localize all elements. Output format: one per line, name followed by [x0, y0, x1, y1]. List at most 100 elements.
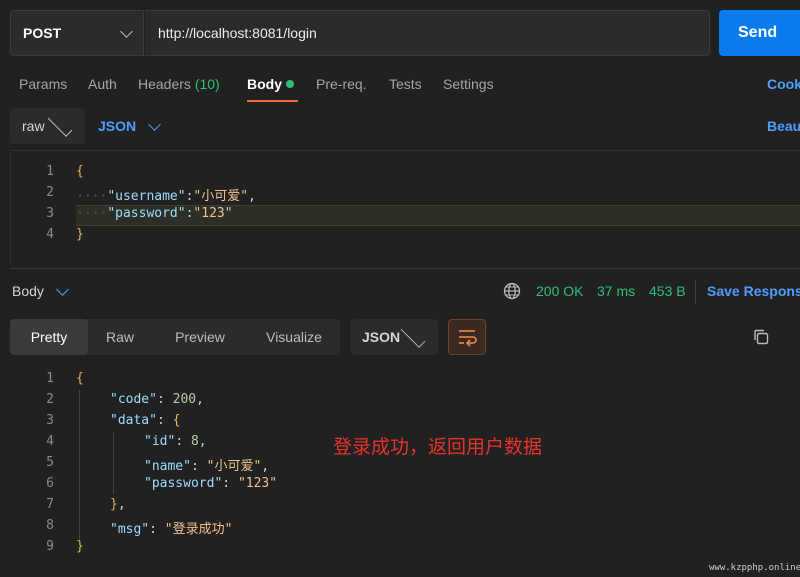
- response-format-label: JSON: [362, 329, 401, 345]
- line-number: 3: [46, 206, 54, 221]
- method-label: POST: [23, 25, 62, 41]
- response-body-label: Body: [12, 283, 44, 299]
- tab-label: Auth: [88, 76, 117, 92]
- line-number: 2: [46, 392, 54, 407]
- tab-visualize[interactable]: Visualize: [248, 319, 340, 355]
- beautify-link[interactable]: Beau: [767, 118, 800, 134]
- globe-icon[interactable]: [503, 282, 521, 300]
- line-number: 6: [46, 476, 54, 491]
- tab-label: Headers: [138, 76, 191, 92]
- body-language-label: JSON: [98, 118, 137, 134]
- line-number: 8: [46, 518, 54, 533]
- code-line-password: "password": "123": [144, 476, 278, 491]
- tab-pre-request[interactable]: Pre-req.: [316, 76, 367, 92]
- code-line-data: "data": {: [110, 413, 181, 428]
- headers-count: (10): [194, 76, 220, 92]
- divider: [695, 280, 696, 304]
- panel-resize-handle[interactable]: [10, 268, 800, 269]
- tab-label: Pre-req.: [316, 76, 367, 92]
- line-number: 3: [46, 413, 54, 428]
- line-number: 2: [46, 185, 54, 200]
- chevron-down-icon: [148, 117, 161, 131]
- code-line-name: "name": "小可爱",: [144, 459, 270, 474]
- indent-dots: ····: [76, 189, 108, 204]
- code-open-brace: {: [76, 164, 84, 179]
- tab-settings[interactable]: Settings: [443, 76, 494, 92]
- json-key: "msg": [110, 522, 150, 537]
- tab-preview[interactable]: Preview: [152, 319, 248, 355]
- json-value: "小可爱": [193, 189, 249, 204]
- code-line-data-close: },: [110, 497, 126, 512]
- url-text: http://localhost:8081/login: [158, 25, 317, 41]
- code-line-msg: "msg": "登录成功": [110, 522, 233, 537]
- json-key: "name": [144, 459, 191, 474]
- tab-auth[interactable]: Auth: [88, 76, 117, 92]
- body-type-label: raw: [22, 118, 45, 134]
- divider: [10, 150, 800, 151]
- json-key: "data": [110, 413, 157, 428]
- code-line-password: ····"password":"123": [76, 206, 233, 221]
- annotation-text: 登录成功，返回用户数据: [333, 437, 543, 458]
- json-key: "password": [144, 476, 223, 491]
- response-format-select[interactable]: JSON: [350, 319, 438, 355]
- tab-raw[interactable]: Raw: [88, 319, 152, 355]
- line-number: 4: [46, 434, 54, 449]
- response-time[interactable]: 37 ms: [597, 283, 635, 299]
- line-number: 7: [46, 497, 54, 512]
- code-close-brace: }: [76, 227, 84, 242]
- tab-tests[interactable]: Tests: [389, 76, 422, 92]
- json-value: 200: [172, 392, 197, 407]
- cookies-link[interactable]: Cook: [767, 76, 800, 92]
- response-body-select[interactable]: Body: [12, 282, 69, 299]
- url-input[interactable]: http://localhost:8081/login: [145, 10, 710, 56]
- chevron-down-icon: [400, 322, 426, 348]
- body-language-select[interactable]: JSON: [98, 117, 161, 134]
- send-button[interactable]: Send: [719, 10, 800, 56]
- json-brace: {: [172, 413, 181, 428]
- json-key: "id": [144, 434, 176, 449]
- tab-label: Body: [247, 76, 282, 92]
- code-close-brace: }: [76, 539, 84, 554]
- line-number: 5: [46, 455, 54, 470]
- line-number: 9: [46, 539, 54, 554]
- json-brace: }: [110, 497, 118, 512]
- json-key: "username": [107, 189, 186, 204]
- json-value: 8: [190, 434, 199, 449]
- tab-body[interactable]: Body: [247, 76, 294, 92]
- active-tab-underline: [247, 100, 298, 102]
- code-line-id: "id": 8,: [144, 434, 207, 449]
- tab-label: Tests: [389, 76, 422, 92]
- active-dot-icon: [286, 80, 294, 88]
- json-key: "code": [110, 392, 157, 407]
- tab-headers[interactable]: Headers (10): [138, 76, 220, 92]
- status-badge[interactable]: 200 OK: [536, 283, 583, 299]
- chevron-down-icon: [56, 282, 69, 296]
- tab-label: Settings: [443, 76, 494, 92]
- line-number: 4: [46, 227, 54, 242]
- json-value: "小可爱": [206, 459, 262, 474]
- method-select[interactable]: POST: [10, 10, 144, 56]
- json-key: "password": [107, 206, 186, 221]
- tab-params[interactable]: Params: [19, 76, 67, 92]
- json-value: "123": [237, 476, 278, 491]
- indent-dots: ····: [76, 206, 108, 221]
- code-line-code: "code": 200,: [110, 392, 204, 407]
- code-open-brace: {: [76, 371, 84, 386]
- tab-label: Params: [19, 76, 68, 92]
- watermark: www.kzpphp.online: [709, 563, 800, 573]
- wrap-lines-button[interactable]: [448, 319, 486, 355]
- copy-icon[interactable]: [752, 328, 770, 346]
- json-value: "登录成功": [164, 522, 233, 537]
- wrap-lines-icon: [459, 330, 477, 347]
- tab-pretty[interactable]: Pretty: [10, 319, 88, 355]
- json-value: "123": [193, 206, 233, 221]
- indent-guide: [79, 390, 80, 540]
- chevron-down-icon: [47, 111, 73, 137]
- response-size[interactable]: 453 B: [649, 283, 686, 299]
- response-view-tabs: Pretty Raw Preview Visualize: [10, 319, 340, 355]
- chevron-down-icon: [120, 24, 133, 38]
- indent-guide: [113, 432, 114, 494]
- body-type-select[interactable]: raw: [10, 108, 85, 144]
- line-number: 1: [46, 164, 54, 179]
- save-response-button[interactable]: Save Respons: [707, 283, 800, 299]
